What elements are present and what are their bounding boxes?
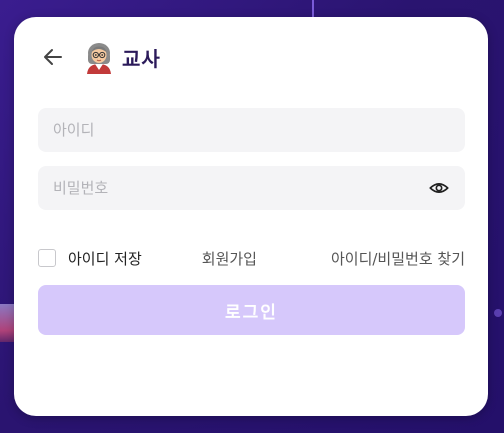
- background-accent-line: [312, 0, 314, 18]
- password-input[interactable]: [38, 166, 413, 210]
- find-account-link[interactable]: 아이디/비밀번호 찾기: [331, 248, 465, 269]
- login-card: 교사 아이디 저장 회원가입 아이디/비밀번호 찾기 로그인: [14, 17, 488, 416]
- arrow-left-icon: [44, 49, 62, 65]
- login-options: 아이디 저장 회원가입 아이디/비밀번호 찾기: [38, 246, 465, 270]
- id-field: [38, 108, 465, 152]
- page-title: 교사: [122, 46, 161, 71]
- id-input[interactable]: [38, 108, 413, 152]
- remember-id-checkbox[interactable]: [38, 249, 56, 267]
- password-field: [38, 166, 465, 210]
- background-peek-image: [0, 304, 14, 342]
- login-button[interactable]: 로그인: [38, 285, 465, 335]
- eye-icon: [429, 183, 449, 193]
- teacher-emoji-icon: [82, 40, 116, 74]
- password-visibility-toggle[interactable]: [427, 176, 451, 200]
- remember-id-label: 아이디 저장: [68, 249, 142, 268]
- background-dot: [494, 309, 502, 317]
- back-button[interactable]: [38, 42, 68, 72]
- remember-id-option[interactable]: 아이디 저장: [38, 248, 142, 269]
- signup-link[interactable]: 회원가입: [202, 248, 257, 269]
- login-header: 교사: [38, 39, 161, 75]
